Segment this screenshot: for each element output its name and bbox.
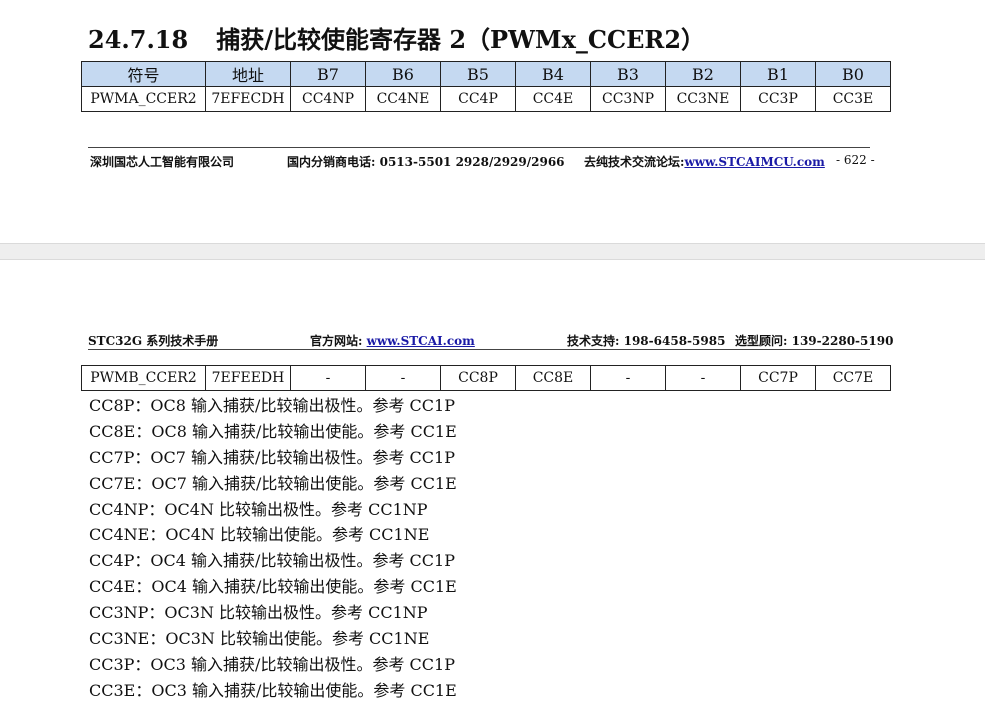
- table-cell: 7EFEEDH: [205, 365, 291, 391]
- table-cell: PWMA_CCER2: [81, 86, 206, 112]
- section-heading: 捕获/比较使能寄存器 2（PWMx_CCER2）: [216, 25, 706, 54]
- table-header-row: 符号 地址 B7 B6 B5 B4 B3 B2 B1 B0: [81, 61, 891, 87]
- footer-forum: 去纯技术交流论坛:www.STCAIMCU.com: [584, 155, 825, 169]
- footer-distributor: 国内分销商电话: 0513-5501 2928/2929/2966: [287, 155, 565, 169]
- header-cell: 符号: [81, 61, 206, 87]
- list-item: CC7P：OC7 输入捕获/比较输出极性。参考 CC1P: [89, 447, 455, 467]
- section-number: 24.7.18: [88, 25, 189, 54]
- register-table: 符号 地址 B7 B6 B5 B4 B3 B2 B1 B0 PWMA_CCER2…: [81, 61, 891, 112]
- header-manual: STC32G 系列技术手册: [88, 334, 219, 348]
- table-cell: CC4NE: [365, 86, 441, 112]
- table-cell: -: [290, 365, 366, 391]
- header-cell: B1: [740, 61, 816, 87]
- table-cell: CC8P: [440, 365, 516, 391]
- table-cell: CC4NP: [290, 86, 366, 112]
- header-cell: B4: [515, 61, 591, 87]
- page-footer: 深圳国芯人工智能有限公司 国内分销商电话: 0513-5501 2928/292…: [88, 147, 875, 169]
- page-number: - 622 -: [836, 153, 875, 167]
- table-cell: PWMB_CCER2: [81, 365, 206, 391]
- table-cell: CC4E: [515, 86, 591, 112]
- page-separator: [0, 243, 985, 260]
- list-item: CC4NE：OC4N 比较输出使能。参考 CC1NE: [89, 525, 430, 545]
- forum-link[interactable]: www.STCAIMCU.com: [684, 155, 824, 169]
- document-page-top: 24.7.18 捕获/比较使能寄存器 2（PWMx_CCER2） 符号 地址 B7…: [0, 0, 985, 243]
- header-cell: B3: [590, 61, 666, 87]
- table-cell: CC3P: [740, 86, 816, 112]
- header-cell: B2: [665, 61, 741, 87]
- list-item: CC8E：OC8 输入捕获/比较输出使能。参考 CC1E: [89, 421, 457, 441]
- table-row: PWMB_CCER2 7EFEEDH - - CC8P CC8E - - CC7…: [81, 365, 891, 391]
- header-cell: B5: [440, 61, 516, 87]
- table-cell: CC7E: [815, 365, 891, 391]
- section-title: 24.7.18 捕获/比较使能寄存器 2（PWMx_CCER2）: [88, 20, 705, 55]
- table-cell: CC3NE: [665, 86, 741, 112]
- header-site: 官方网站: www.STCAI.com: [310, 334, 475, 348]
- footer-company: 深圳国芯人工智能有限公司: [90, 155, 235, 169]
- table-cell: CC8E: [515, 365, 591, 391]
- bit-descriptions: CC8P：OC8 输入捕获/比较输出极性。参考 CC1P CC8E：OC8 输入…: [89, 395, 457, 706]
- list-item: CC4NP：OC4N 比较输出极性。参考 CC1NP: [89, 499, 428, 519]
- header-cell: 地址: [205, 61, 291, 87]
- table-row: PWMA_CCER2 7EFECDH CC4NP CC4NE CC4P CC4E…: [81, 86, 891, 112]
- table-cell: CC4P: [440, 86, 516, 112]
- header-consult: 选型顾问: 139-2280-5190: [735, 334, 894, 348]
- header-support: 技术支持: 198-6458-5985: [567, 334, 726, 348]
- table-cell: -: [665, 365, 741, 391]
- table-cell: 7EFECDH: [205, 86, 291, 112]
- header-cell: B6: [365, 61, 441, 87]
- table-cell: -: [365, 365, 441, 391]
- header-cell: B0: [815, 61, 891, 87]
- register-table-continued: PWMB_CCER2 7EFEEDH - - CC8P CC8E - - CC7…: [81, 365, 891, 391]
- list-item: CC7E：OC7 输入捕获/比较输出使能。参考 CC1E: [89, 473, 457, 493]
- table-cell: -: [590, 365, 666, 391]
- header-cell: B7: [290, 61, 366, 87]
- list-item: CC3P：OC3 输入捕获/比较输出极性。参考 CC1P: [89, 654, 455, 674]
- list-item: CC3NP：OC3N 比较输出极性。参考 CC1NP: [89, 603, 428, 623]
- list-item: CC3NE：OC3N 比较输出使能。参考 CC1NE: [89, 629, 430, 649]
- list-item: CC8P：OC8 输入捕获/比较输出极性。参考 CC1P: [89, 396, 455, 415]
- table-cell: CC3E: [815, 86, 891, 112]
- site-link[interactable]: www.STCAI.com: [367, 334, 475, 348]
- list-item: CC4E：OC4 输入捕获/比较输出使能。参考 CC1E: [89, 577, 457, 597]
- table-cell: CC7P: [740, 365, 816, 391]
- list-item: CC4P：OC4 输入捕获/比较输出极性。参考 CC1P: [89, 551, 455, 571]
- page-header: STC32G 系列技术手册 官方网站: www.STCAI.com 技术支持: …: [88, 331, 893, 350]
- list-item: CC3E：OC3 输入捕获/比较输出使能。参考 CC1E: [89, 680, 457, 700]
- table-cell: CC3NP: [590, 86, 666, 112]
